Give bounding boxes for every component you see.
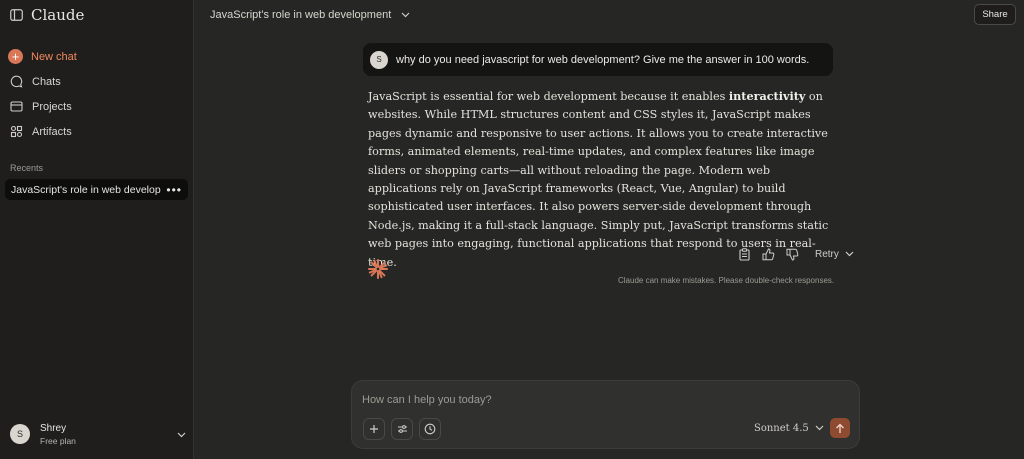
copy-icon[interactable] <box>737 247 751 261</box>
sidebar-item-chats[interactable]: Chats <box>8 69 188 94</box>
message-input[interactable] <box>362 391 842 409</box>
chat-icon <box>8 74 24 90</box>
model-selector[interactable]: Sonnet 4.5 <box>754 423 824 434</box>
artifacts-icon <box>8 124 24 140</box>
recents-heading: Recents <box>10 163 44 173</box>
folder-icon <box>8 99 24 115</box>
retry-label: Retry <box>815 248 839 260</box>
response-text: on websites. While HTML structures conte… <box>368 90 829 269</box>
user-plan: Free plan <box>40 435 76 446</box>
share-button[interactable]: Share <box>974 4 1016 25</box>
history-button[interactable] <box>419 418 441 440</box>
sidebar-nav: + New chat Chats Projects Artifacts <box>8 44 188 144</box>
send-button[interactable] <box>830 418 850 438</box>
brand-name: Claude <box>31 6 85 24</box>
chevron-down-icon <box>401 9 410 21</box>
model-name: Sonnet 4.5 <box>754 423 809 434</box>
sidebar-item-label: Artifacts <box>32 125 72 138</box>
sidebar: Claude + New chat Chats Projects Artifac… <box>0 0 194 459</box>
plus-icon <box>370 425 378 433</box>
response-actions: Retry <box>737 246 854 262</box>
avatar: S <box>370 50 388 69</box>
chevron-down-icon <box>177 425 186 443</box>
chevron-down-icon <box>845 249 854 260</box>
response-bold-text: interactivity <box>728 89 806 103</box>
add-attachment-button[interactable] <box>363 418 385 440</box>
sidebar-toggle-icon[interactable] <box>10 9 23 21</box>
sidebar-item-label: Chats <box>32 75 61 88</box>
claude-spark-icon <box>367 258 389 280</box>
thumbs-up-icon[interactable] <box>761 247 775 261</box>
brand: Claude <box>10 6 84 24</box>
recent-chat-label: JavaScript's role in web development <box>11 183 161 196</box>
chat-title-dropdown[interactable]: JavaScript's role in web development <box>210 9 410 21</box>
avatar: S <box>10 424 30 444</box>
user-info: Shrey Free plan <box>40 423 76 446</box>
retry-button[interactable]: Retry <box>815 249 854 260</box>
chevron-down-icon <box>815 423 824 434</box>
sidebar-item-label: Projects <box>32 100 72 113</box>
sliders-icon <box>397 425 407 433</box>
disclaimer: Claude can make mistakes. Please double-… <box>618 276 835 285</box>
thumbs-down-icon[interactable] <box>785 247 799 261</box>
tools-button[interactable] <box>391 418 413 440</box>
new-chat-button[interactable]: + New chat <box>8 44 188 69</box>
user-message-text: why do you need javascript for web devel… <box>396 53 810 66</box>
sidebar-item-artifacts[interactable]: Artifacts <box>8 119 188 144</box>
user-name: Shrey <box>40 422 67 434</box>
user-message: S why do you need javascript for web dev… <box>363 43 833 76</box>
user-menu[interactable]: S Shrey Free plan <box>10 421 186 447</box>
chat-title: JavaScript's role in web development <box>210 9 392 21</box>
recent-chat-item[interactable]: JavaScript's role in web development ••• <box>5 179 188 200</box>
clock-icon <box>424 423 436 435</box>
new-chat-label: New chat <box>31 50 77 63</box>
assistant-response: JavaScript is essential for web developm… <box>368 87 838 272</box>
more-options-icon[interactable]: ••• <box>166 183 182 197</box>
response-text: JavaScript is essential for web developm… <box>368 90 729 103</box>
message-composer: Sonnet 4.5 <box>351 380 860 449</box>
sidebar-item-projects[interactable]: Projects <box>8 94 188 119</box>
arrow-up-icon <box>836 423 844 433</box>
plus-icon: + <box>8 49 23 64</box>
